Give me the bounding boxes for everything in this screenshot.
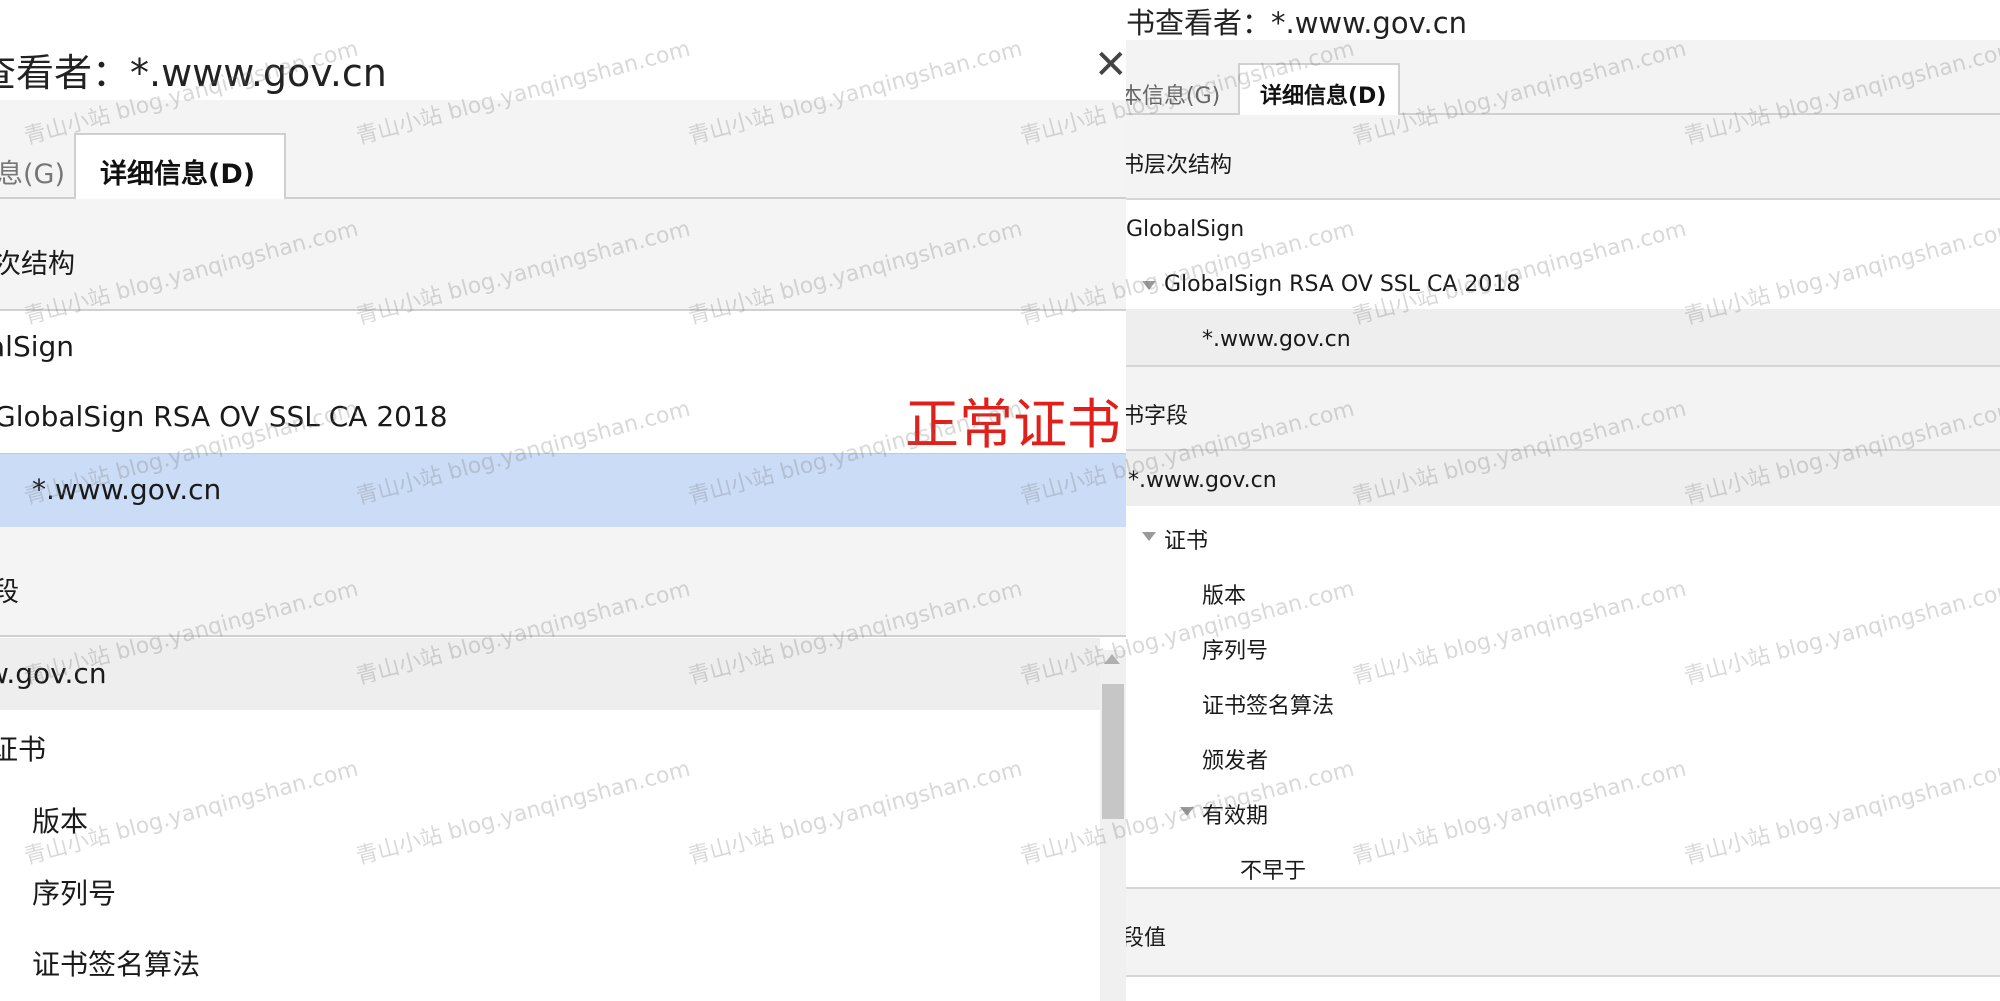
right-value-label: 段值 bbox=[1126, 926, 1167, 951]
left-field-serial[interactable]: 序列号 bbox=[32, 872, 116, 912]
left-tab-general[interactable]: 息(G) bbox=[0, 152, 65, 191]
right-hierarchy-root[interactable]: GlobalSign bbox=[1126, 217, 1244, 242]
right-value-header bbox=[1126, 887, 2000, 977]
left-hierarchy-root[interactable]: alSign bbox=[0, 330, 74, 363]
expand-triangle-icon[interactable] bbox=[1142, 281, 1156, 290]
left-certificate-viewer: 查看者：*.www.gov.cn ✕ 息(G) 详细信息(D) 次结构 alSi… bbox=[0, 0, 1126, 1001]
right-hierarchy-header bbox=[1126, 115, 2000, 200]
left-hierarchy-leaf[interactable]: *.www.gov.cn bbox=[32, 473, 221, 506]
left-fields-label: 段 bbox=[0, 577, 19, 608]
scroll-up-arrow-icon[interactable] bbox=[1104, 654, 1120, 664]
right-field-signature-algorithm[interactable]: 证书签名算法 bbox=[1202, 688, 1334, 720]
right-window-title: 书查看者：*.www.gov.cn bbox=[1126, 6, 1468, 40]
right-field-root[interactable]: *.www.gov.cn bbox=[1128, 468, 1277, 493]
left-tab-details-label[interactable]: 详细信息(D) bbox=[100, 152, 255, 191]
left-fields-header bbox=[0, 527, 1126, 637]
right-field-version[interactable]: 版本 bbox=[1202, 578, 1246, 610]
expand-triangle-icon[interactable] bbox=[1142, 532, 1156, 541]
right-hierarchy-intermediate[interactable]: GlobalSign RSA OV SSL CA 2018 bbox=[1164, 272, 1520, 297]
left-hierarchy-label: 次结构 bbox=[0, 249, 75, 280]
right-field-serial[interactable]: 序列号 bbox=[1202, 633, 1268, 665]
left-hierarchy-intermediate[interactable]: GlobalSign RSA OV SSL CA 2018 bbox=[0, 400, 448, 433]
left-field-signature-algorithm[interactable]: 证书签名算法 bbox=[32, 943, 200, 983]
right-hierarchy-leaf[interactable]: *.www.gov.cn bbox=[1202, 327, 1351, 352]
right-certificate-viewer: 书查看者：*.www.gov.cn 本信息(G) 详细信息(D) 书层次结构 G… bbox=[1126, 0, 2000, 1001]
annotation-normal-certificate: 正常证书 bbox=[905, 393, 1121, 456]
left-hierarchy-header bbox=[0, 199, 1126, 311]
right-hierarchy-label: 书层次结构 bbox=[1126, 153, 1233, 178]
right-tab-general[interactable]: 本信息(G) bbox=[1126, 78, 1220, 110]
right-field-issuer[interactable]: 颁发者 bbox=[1202, 743, 1268, 775]
close-icon[interactable]: ✕ bbox=[1094, 42, 1126, 88]
left-fields-scrollbar-thumb[interactable] bbox=[1102, 684, 1124, 819]
right-fields-header bbox=[1126, 367, 2000, 451]
left-field-version[interactable]: 版本 bbox=[32, 800, 88, 840]
right-tab-details-label[interactable]: 详细信息(D) bbox=[1260, 78, 1386, 110]
right-field-not-before[interactable]: 不早于 bbox=[1240, 853, 1306, 885]
right-field-validity[interactable]: 有效期 bbox=[1202, 798, 1268, 830]
right-field-cert[interactable]: 证书 bbox=[1164, 523, 1208, 555]
left-field-root[interactable]: w.gov.cn bbox=[0, 657, 107, 690]
expand-triangle-icon[interactable] bbox=[1180, 807, 1194, 816]
left-field-cert[interactable]: 证书 bbox=[0, 728, 46, 768]
left-window-title: 查看者：*.www.gov.cn bbox=[0, 51, 387, 95]
left-fields-root-row[interactable] bbox=[0, 638, 1100, 710]
right-fields-label: 书字段 bbox=[1126, 404, 1189, 429]
